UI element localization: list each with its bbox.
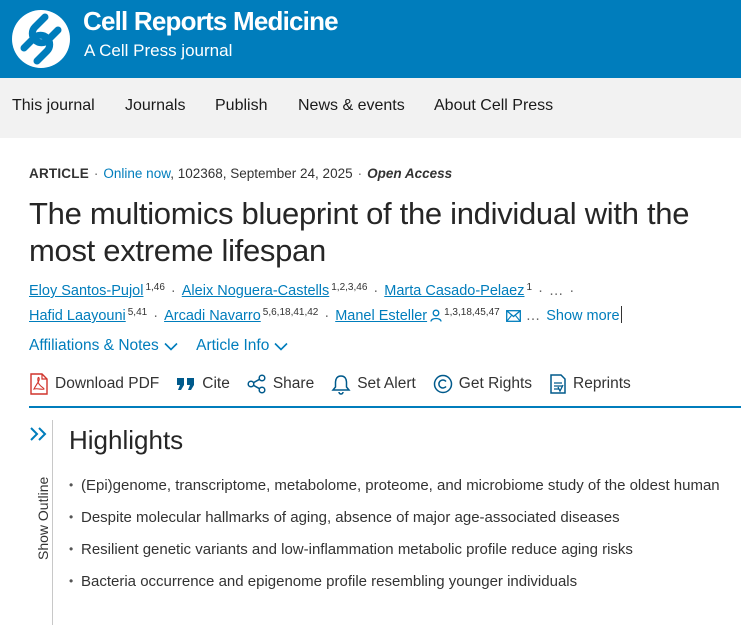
cell-press-logo-icon[interactable]	[12, 10, 70, 68]
author-link[interactable]: Aleix Noguera-Castells	[182, 283, 329, 299]
author-separator: ·	[324, 308, 330, 324]
journal-title[interactable]: Cell Reports Medicine	[83, 6, 339, 37]
author-link[interactable]: Arcadi Navarro	[164, 308, 261, 324]
double-chevron-right-icon	[30, 427, 47, 441]
nav-news-events[interactable]: News & events	[298, 97, 405, 115]
nav-journals[interactable]: Journals	[125, 97, 185, 115]
chevron-down-icon	[274, 342, 288, 351]
author-separator: ·	[170, 283, 176, 299]
author-affiliation: 5,41	[127, 307, 148, 318]
text-caret	[620, 306, 622, 323]
authors-ellipsis: …	[525, 308, 541, 324]
meta-separator: ·	[357, 166, 363, 181]
author-separator: ·	[153, 308, 159, 324]
author-affiliation: 1,2,3,46	[331, 282, 368, 293]
online-now-link[interactable]: Online now	[103, 166, 170, 181]
affiliations-notes-toggle[interactable]: Affiliations & Notes	[29, 337, 178, 355]
download-pdf-label: Download PDF	[55, 375, 160, 392]
cite-label: Cite	[202, 375, 230, 392]
article-info-toggle[interactable]: Article Info	[196, 337, 288, 355]
copyright-icon	[433, 374, 453, 394]
bell-icon	[331, 374, 351, 395]
author-link[interactable]: Hafid Laayouni	[29, 308, 126, 324]
reprints-label: Reprints	[573, 375, 631, 392]
share-label: Share	[272, 375, 315, 392]
author-separator: ·	[373, 283, 379, 299]
authors-ellipsis: …	[548, 283, 564, 299]
cite-button[interactable]: Cite	[176, 375, 230, 393]
article-meta: ARTICLE · Online now, 102368, September 24…	[29, 166, 452, 181]
nav-publish[interactable]: Publish	[215, 97, 267, 115]
corresponding-author-icon	[430, 309, 442, 322]
article-info-label: Article Info	[196, 337, 270, 354]
download-pdf-button[interactable]: Download PDF	[29, 373, 159, 395]
author-link[interactable]: Eloy Santos-Pujol	[29, 283, 143, 299]
highlight-item: Resilient genetic variants and low-infla…	[69, 538, 729, 561]
pdf-icon	[30, 373, 48, 395]
author-link[interactable]: Manel Esteller	[335, 308, 427, 324]
set-alert-label: Set Alert	[357, 375, 416, 392]
show-outline-toggle[interactable]: Show Outline	[29, 420, 53, 625]
main-nav: This journal Journals Publish News & eve…	[0, 78, 741, 138]
journal-header: Cell Reports Medicine A Cell Press journ…	[0, 0, 741, 78]
open-access-badge: Open Access	[367, 166, 453, 181]
article-title: The multiomics blueprint of the individu…	[29, 196, 690, 268]
email-icon[interactable]	[505, 310, 521, 322]
journal-subtitle: A Cell Press journal	[84, 41, 233, 60]
nav-about-cell-press[interactable]: About Cell Press	[434, 97, 553, 115]
author-link[interactable]: Marta Casado-Pelaez	[384, 283, 524, 299]
article-tools: Download PDF Cite Share Set Alert Get Ri…	[29, 372, 648, 396]
author-affiliation: 5,6,18,41,42	[262, 307, 319, 318]
authors-line-1: Eloy Santos-Pujol 1,46 · Aleix Noguera-Cast…	[29, 282, 580, 299]
section-divider	[29, 406, 741, 408]
author-separator: ·	[569, 283, 575, 299]
article-type: ARTICLE	[29, 166, 89, 181]
show-more-authors-link[interactable]: Show more	[546, 308, 619, 324]
show-outline-label: Show Outline	[35, 476, 51, 560]
chevron-down-icon	[164, 342, 178, 351]
highlight-item: Despite molecular hallmarks of aging, ab…	[69, 506, 729, 529]
share-button[interactable]: Share	[247, 374, 314, 394]
reprints-button[interactable]: Reprints	[549, 374, 631, 394]
get-rights-button[interactable]: Get Rights	[433, 374, 532, 394]
nav-this-journal[interactable]: This journal	[12, 97, 95, 115]
author-separator: ·	[538, 283, 543, 299]
author-affiliation: 1,46	[145, 282, 165, 293]
meta-separator: ·	[93, 166, 99, 181]
author-affiliation: 1	[526, 282, 533, 293]
highlight-item: (Epi)genome, transcriptome, metabolome, …	[69, 474, 729, 497]
highlights-list: (Epi)genome, transcriptome, metabolome, …	[69, 474, 729, 602]
share-icon	[247, 374, 266, 394]
set-alert-button[interactable]: Set Alert	[331, 374, 416, 395]
highlights-heading: Highlights	[69, 425, 184, 455]
get-rights-label: Get Rights	[458, 375, 533, 392]
article-toggles: Affiliations & Notes Article Info	[29, 337, 288, 355]
authors-line-2: Hafid Laayouni 5,41 · Arcadi Navarro 5,6,18,…	[29, 306, 622, 324]
quote-icon	[177, 378, 195, 390]
reprints-icon	[550, 374, 566, 394]
article-details: , 102368, September 24, 2025	[170, 166, 353, 181]
affiliations-notes-label: Affiliations & Notes	[29, 337, 159, 354]
highlight-item: Bacteria occurrence and epigenome profil…	[69, 570, 729, 593]
author-affiliation: 1,3,18,45,47	[444, 307, 500, 318]
